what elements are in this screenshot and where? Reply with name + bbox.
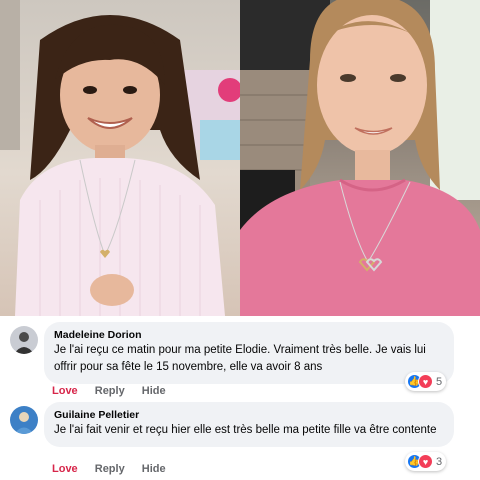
photo-right	[240, 0, 480, 316]
reaction-count: 5	[436, 375, 443, 388]
photo-collage	[0, 0, 480, 316]
comment-author[interactable]: Guilaine Pelletier	[54, 408, 442, 422]
comment-author[interactable]: Madeleine Dorion	[54, 328, 442, 342]
photo-left	[0, 0, 240, 316]
love-icon: ♥	[418, 374, 433, 389]
reply-button[interactable]: Reply	[95, 463, 125, 475]
comment-text: Je l'ai reçu ce matin pour ma petite Elo…	[54, 344, 426, 373]
avatar[interactable]	[10, 406, 38, 434]
love-button[interactable]: Love	[52, 385, 78, 397]
comment-bubble: Guilaine Pelletier Je l'ai fait venir et…	[44, 402, 454, 447]
love-button[interactable]: Love	[52, 463, 78, 475]
comment-bubble: Madeleine Dorion Je l'ai reçu ce matin p…	[44, 322, 454, 384]
photo-left-illustration	[0, 0, 240, 316]
hide-button[interactable]: Hide	[142, 463, 166, 475]
comment-actions: Love Reply Hide	[52, 384, 180, 398]
comment-actions: Love Reply Hide	[52, 462, 180, 476]
reaction-summary[interactable]: 👍 ♥ 5	[405, 372, 447, 391]
reaction-summary[interactable]: 👍 ♥ 3	[405, 452, 447, 471]
reply-button[interactable]: Reply	[95, 385, 125, 397]
avatar[interactable]	[10, 326, 38, 354]
hide-button[interactable]: Hide	[142, 385, 166, 397]
reaction-count: 3	[436, 455, 443, 468]
photo-right-illustration	[240, 0, 480, 316]
comment-text: Je l'ai fait venir et reçu hier elle est…	[54, 424, 437, 436]
love-icon: ♥	[418, 454, 433, 469]
